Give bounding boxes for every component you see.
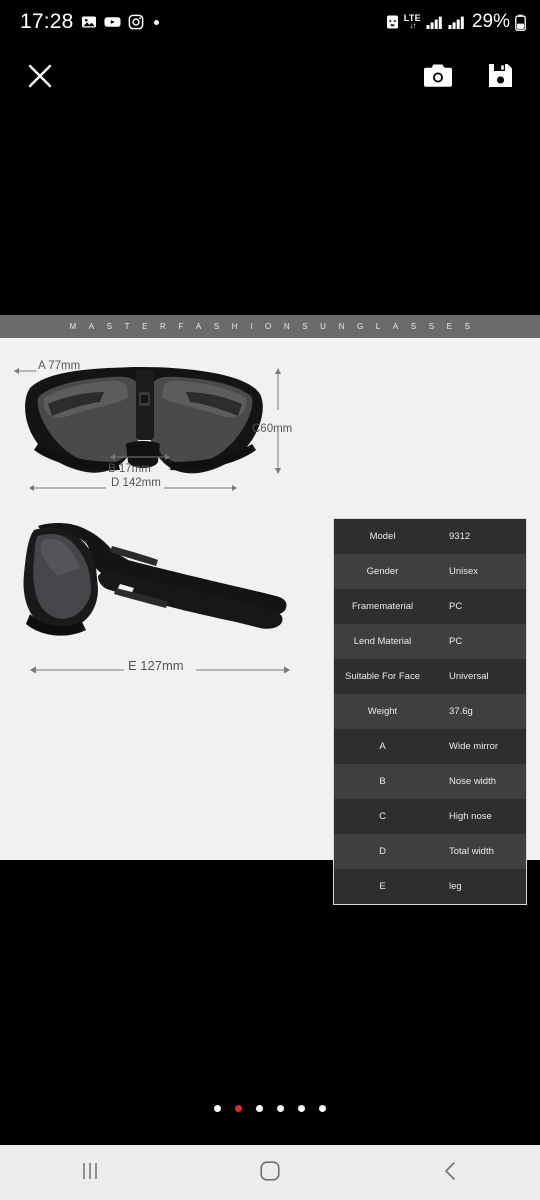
table-row: D Total width (334, 834, 526, 869)
back-icon (440, 1160, 460, 1185)
spec-key: E (379, 881, 386, 892)
status-bar-clock: 17:28 (20, 10, 74, 33)
table-row: Suitable For Face Universal (334, 659, 526, 694)
page-dot[interactable] (256, 1105, 263, 1112)
table-row: C High nose (334, 799, 526, 834)
spec-key: Suitable For Face (345, 671, 420, 682)
spec-value: High nose (449, 811, 492, 822)
page-dot[interactable] (214, 1105, 221, 1112)
spec-key: Gender (366, 566, 399, 577)
spec-value: Wide mirror (449, 741, 499, 752)
dimension-arrow-d (29, 485, 237, 491)
spec-key: B (379, 776, 386, 787)
product-detail-image[interactable]: MASTERFASHIONSUNGLASSES A 77mm C60mm B 1… (0, 315, 540, 905)
data-arrows-icon: ↓↑ (409, 21, 416, 30)
table-row: E leg (334, 869, 526, 904)
spec-sheet: A 77mm C60mm B 17mm D 142mm E 127mm Mode… (0, 338, 540, 905)
sunglasses-side-view (8, 518, 308, 653)
status-bar-left: 17:28 (20, 10, 159, 34)
youtube-icon (104, 14, 121, 30)
dot-icon (153, 19, 159, 25)
spec-value: Nose width (449, 776, 496, 787)
spec-key: Weight (367, 706, 398, 717)
dimension-arrow-c (275, 368, 281, 474)
recents-icon (79, 1161, 101, 1184)
battery-percent-label: 29% (471, 11, 510, 32)
image-viewer[interactable]: MASTERFASHIONSUNGLASSES A 77mm C60mm B 1… (0, 110, 540, 1145)
spec-key: Model (369, 531, 396, 542)
table-row: Lend Material PC (334, 624, 526, 659)
page-dot[interactable] (298, 1105, 305, 1112)
system-navigation-bar (0, 1145, 540, 1200)
instagram-icon (128, 14, 144, 30)
table-row: B Nose width (334, 764, 526, 799)
spec-value: 37.6g (449, 706, 473, 717)
spec-value: Universal (449, 671, 489, 682)
app-bar (0, 44, 540, 110)
pagination-dots[interactable] (0, 1105, 540, 1112)
signal-bars-sim2-icon (448, 15, 465, 30)
gallery-icon (81, 14, 97, 30)
spec-value: Unisex (449, 566, 479, 577)
dimension-arrow-b (110, 454, 170, 460)
brand-banner: MASTERFASHIONSUNGLASSES (0, 315, 540, 338)
page-dot-active[interactable] (235, 1105, 242, 1112)
spec-value: leg (449, 881, 462, 892)
table-row: Weight 37.6g (334, 694, 526, 729)
spec-key: Framematerial (351, 601, 414, 612)
table-row: A Wide mirror (334, 729, 526, 764)
camera-icon (423, 63, 453, 92)
close-icon (26, 62, 54, 93)
table-row: Gender Unisex (334, 554, 526, 589)
dimension-label-b: B 17mm (108, 463, 151, 475)
dimension-label-c: C60mm (252, 423, 293, 435)
spec-table: Model 9312 Gender Unisex Framematerial P… (333, 518, 527, 905)
dimension-arrow-e (30, 666, 290, 674)
battery-saver-icon (386, 14, 399, 30)
page-dot[interactable] (319, 1105, 326, 1112)
save-icon (487, 62, 514, 92)
battery-icon (515, 14, 526, 31)
home-button[interactable] (220, 1145, 320, 1200)
spec-key: D (379, 846, 386, 857)
spec-key: A (379, 741, 386, 752)
camera-button[interactable] (419, 59, 457, 96)
spec-key: C (379, 811, 386, 822)
table-row: Framematerial PC (334, 589, 526, 624)
page-dot[interactable] (277, 1105, 284, 1112)
back-button[interactable] (400, 1145, 500, 1200)
spec-value: Total width (449, 846, 494, 857)
brand-banner-text: MASTERFASHIONSUNGLASSES (69, 322, 471, 331)
status-bar: 17:28 LTE ↓↑ 29% (0, 0, 540, 44)
spec-value: PC (449, 601, 463, 612)
recents-button[interactable] (40, 1145, 140, 1200)
signal-bars-sim1-icon (426, 15, 443, 30)
close-button[interactable] (22, 58, 58, 97)
app-bar-actions (419, 58, 518, 96)
home-icon (259, 1160, 281, 1185)
status-bar-right: LTE ↓↑ 29% (386, 11, 526, 33)
spec-value: 9312 (449, 531, 471, 542)
spec-value: PC (449, 636, 463, 647)
spec-key: Lend Material (353, 636, 412, 647)
table-row: Model 9312 (334, 519, 526, 554)
network-type-indicator: LTE ↓↑ (403, 13, 421, 30)
save-button[interactable] (483, 58, 518, 96)
